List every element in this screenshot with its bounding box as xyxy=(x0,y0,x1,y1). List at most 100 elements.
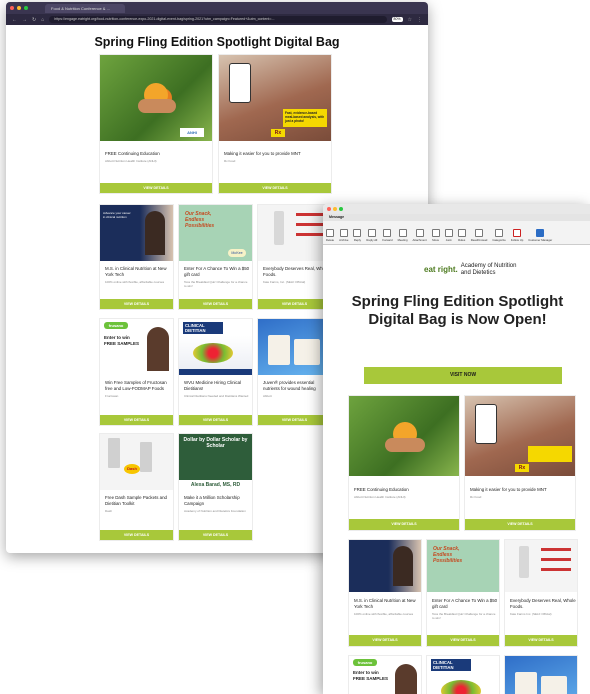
view-details-button[interactable]: VIEW DETAILS xyxy=(258,415,331,425)
archive-icon xyxy=(339,229,348,237)
move-button[interactable]: Move xyxy=(431,229,440,242)
maximize-window-icon[interactable] xyxy=(339,207,343,211)
card-subtitle: Rx Food xyxy=(470,495,482,499)
attachment-button[interactable]: Attachment xyxy=(413,229,427,242)
email-card-frusano[interactable]: frusano Enter to win FREE SAMPLES xyxy=(348,655,422,694)
card-title: Win Free Samples of Fructosan free and L… xyxy=(105,380,167,391)
home-icon[interactable]: ⌂ xyxy=(41,17,44,23)
card-title: M.S. in Clinical Nutrition at New York T… xyxy=(354,598,416,609)
close-window-icon[interactable] xyxy=(327,207,331,211)
meeting-button[interactable]: Meeting xyxy=(398,229,408,242)
view-details-button[interactable]: VIEW DETAILS xyxy=(505,635,577,646)
card-foundation[interactable]: Dollar by Dollar Scholar by Scholar Alex… xyxy=(178,433,253,541)
view-details-button[interactable]: VIEW DETAILS xyxy=(179,415,252,425)
forward-icon xyxy=(383,229,392,237)
card-subtitle: 100% online with flexible, affordable co… xyxy=(354,612,414,616)
card-image: frusano Enter to win FREE SAMPLES xyxy=(100,319,173,375)
card-rx[interactable]: Fast, evidence-based meal-based analysis… xyxy=(218,54,332,194)
frusano-overlay: Enter to win FREE SAMPLES xyxy=(353,670,389,681)
reply-button[interactable]: Reply xyxy=(353,229,362,242)
view-details-button[interactable]: VIEW DETAILS xyxy=(349,519,459,530)
phone-image xyxy=(229,63,251,103)
tab-message[interactable]: Message xyxy=(323,214,590,221)
reload-icon[interactable]: ↻ xyxy=(32,17,36,23)
close-window-icon[interactable] xyxy=(10,6,14,10)
view-details-button[interactable]: VIEW DETAILS xyxy=(465,519,575,530)
email-card-katefarms[interactable]: Everybody Deserves Real, Whole Foods. Ka… xyxy=(504,539,578,647)
rules-button[interactable]: Rules xyxy=(457,229,466,242)
email-card-anhi[interactable]: FREE Continuing Education Abbott Nutriti… xyxy=(348,395,460,531)
card-frusano[interactable]: frusano Enter to win FREE SAMPLES Win Fr… xyxy=(99,318,174,426)
phone-image xyxy=(475,404,497,444)
email-ribbon: Delete Archive Reply Reply All Forward M… xyxy=(323,221,590,245)
minimize-window-icon[interactable] xyxy=(17,6,21,10)
view-details-button[interactable]: VIEW DETAILS xyxy=(258,299,331,309)
card-katefarms[interactable]: Everybody Deserves Real, Whole Foods. Ka… xyxy=(257,204,332,310)
view-details-button[interactable]: VIEW DETAILS xyxy=(349,635,421,646)
maximize-window-icon[interactable] xyxy=(24,6,28,10)
archive-button[interactable]: Archive xyxy=(339,229,348,242)
person-image xyxy=(147,327,169,371)
url-field[interactable]: https://engage.eatright.org/food-nutriti… xyxy=(49,16,387,23)
card-image: Our Snack, Endless Possibilities McKee xyxy=(179,205,252,261)
email-card-nyit[interactable]: M.S. in Clinical Nutrition at New York T… xyxy=(348,539,422,647)
email-card-mckee[interactable]: Our Snack, Endless Possibilities Enter F… xyxy=(426,539,500,647)
card-title: Enter For A Chance To Win a $50 gift car… xyxy=(432,598,498,609)
browser-tab-bar: Food & Nutrition Conference & ... xyxy=(6,2,428,14)
view-details-button[interactable]: VIEW DETAILS xyxy=(100,299,173,309)
card-image xyxy=(258,319,331,375)
juven-box xyxy=(541,676,567,694)
customer-manager-button[interactable]: Customer Manager xyxy=(528,229,552,242)
card-anhi[interactable]: ANHI FREE Continuing Education Abbott Nu… xyxy=(99,54,213,194)
view-details-button[interactable]: VIEW DETAILS xyxy=(179,299,252,309)
email-card-wvu[interactable]: CLINICAL DIETITIAN xyxy=(426,655,500,694)
categorize-button[interactable]: Categorize xyxy=(492,229,506,242)
card-nyit[interactable]: Advance your career in clinical nutritio… xyxy=(99,204,174,310)
view-details-button[interactable]: VIEW DETAILS xyxy=(427,635,499,646)
junk-icon xyxy=(444,229,453,237)
card-wvu[interactable]: CLINICAL DIETITIAN WVU Medicine Hiring C… xyxy=(178,318,253,426)
browser-tab[interactable]: Food & Nutrition Conference & ... xyxy=(45,3,125,13)
card-title: WVU Medicine Hiring Clinical Dietitians! xyxy=(184,380,242,391)
card-title: Making it easier for you to provide MNT xyxy=(224,151,301,156)
eatright-logo: eat right. Academy of Nutrition and Diet… xyxy=(424,263,521,276)
zoom-badge[interactable]: 80% xyxy=(391,17,403,22)
delete-button[interactable]: Delete xyxy=(326,229,334,242)
checklist-line xyxy=(541,558,571,561)
view-details-button[interactable]: VIEW DETAILS xyxy=(219,183,331,193)
juven-box xyxy=(515,672,537,694)
email-card-rx[interactable]: Rx Making it easier for you to provide M… xyxy=(464,395,576,531)
visit-now-button[interactable]: VISIT NOW xyxy=(364,367,562,384)
forward-button[interactable]: Forward xyxy=(382,229,393,242)
address-bar: ← → ↻ ⌂ https://engage.eatright.org/food… xyxy=(6,14,428,25)
card-image: Our Snack, Endless Possibilities xyxy=(427,540,499,592)
view-details-button[interactable]: VIEW DETAILS xyxy=(100,415,173,425)
card-image: CLINICAL DIETITIAN xyxy=(427,656,499,694)
junk-button[interactable]: Junk xyxy=(444,229,453,242)
paperclip-icon xyxy=(415,229,424,237)
follow-up-button[interactable]: Follow Up xyxy=(511,229,523,242)
star-icon[interactable]: ☆ xyxy=(408,17,412,23)
card-title: Free Dash Sample Packets and Dietitian T… xyxy=(105,495,167,506)
rx-overlay: Fast, evidence-based meal-based analysis… xyxy=(283,109,327,127)
card-image: ANHI xyxy=(100,55,212,141)
reply-all-button[interactable]: Reply All xyxy=(366,229,377,242)
minimize-window-icon[interactable] xyxy=(333,207,337,211)
card-image: Dash xyxy=(100,434,173,490)
back-icon[interactable]: ← xyxy=(12,17,17,23)
card-image: CLINICAL DIETITIAN xyxy=(179,319,252,375)
extensions-icon[interactable]: ⋮ xyxy=(417,17,422,23)
reply-icon xyxy=(353,229,362,237)
card-mckee[interactable]: Our Snack, Endless Possibilities McKee E… xyxy=(178,204,253,310)
forward-icon[interactable]: → xyxy=(22,17,27,23)
view-details-button[interactable]: VIEW DETAILS xyxy=(100,530,173,540)
card-image: frusano Enter to win FREE SAMPLES xyxy=(349,656,421,694)
email-card-juven[interactable] xyxy=(504,655,578,694)
card-dash[interactable]: Dash Free Dash Sample Packets and Dietit… xyxy=(99,433,174,541)
card-subtitle: Academy of Nutrition and Dietetics Found… xyxy=(184,509,246,513)
card-juven[interactable]: Juven® provides essential nutrients for … xyxy=(257,318,332,426)
read-unread-button[interactable]: Read/Unread xyxy=(471,229,487,242)
view-details-button[interactable]: VIEW DETAILS xyxy=(179,530,252,540)
tag-icon xyxy=(495,229,504,237)
view-details-button[interactable]: VIEW DETAILS xyxy=(100,183,212,193)
